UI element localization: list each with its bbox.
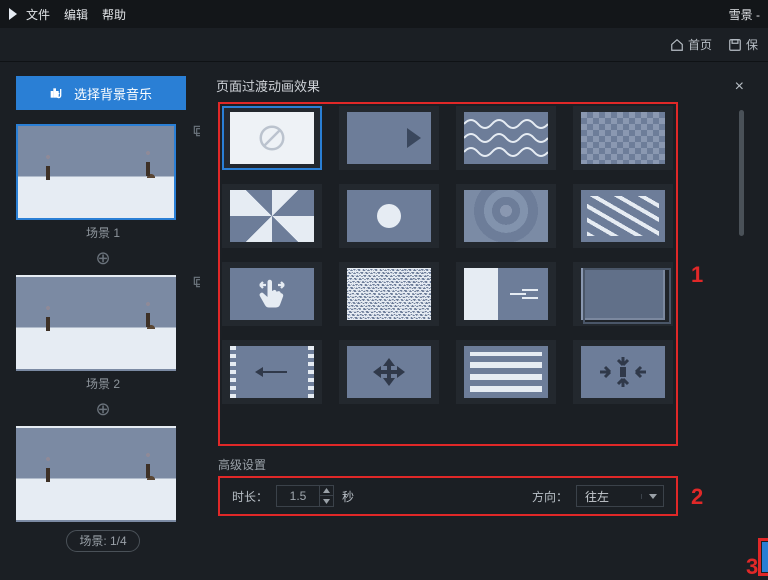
chevron-down-icon[interactable] bbox=[641, 494, 663, 499]
duplicate-scene-icon[interactable] bbox=[192, 275, 200, 289]
duplicate-scene-icon[interactable] bbox=[192, 124, 200, 138]
scene-label: 场景 2 bbox=[16, 375, 190, 392]
add-scene-between[interactable]: ⊕ bbox=[16, 249, 190, 269]
ok-button[interactable]: 确定 bbox=[762, 542, 768, 572]
arrows-in-icon bbox=[598, 355, 648, 389]
arrows-out-icon bbox=[367, 356, 411, 388]
app-logo bbox=[8, 7, 18, 21]
transition-swipe[interactable] bbox=[222, 262, 322, 326]
direction-select[interactable]: 往左 bbox=[576, 485, 664, 507]
transition-ripple[interactable] bbox=[456, 184, 556, 248]
scene-thumb bbox=[16, 275, 176, 371]
menu-help[interactable]: 帮助 bbox=[102, 6, 126, 23]
transition-radial[interactable] bbox=[222, 184, 322, 248]
direction-label: 方向： bbox=[532, 488, 568, 505]
save-button[interactable]: 保 bbox=[728, 36, 758, 53]
spinner-up[interactable] bbox=[320, 486, 333, 496]
duration-unit: 秒 bbox=[342, 488, 354, 505]
toolbar: 首页 保 bbox=[0, 28, 768, 62]
dialog-title: 页面过渡动画效果 bbox=[216, 76, 760, 95]
transition-circle[interactable] bbox=[339, 184, 439, 248]
transition-grid bbox=[222, 106, 674, 404]
menu-edit[interactable]: 编辑 bbox=[64, 6, 88, 23]
annotation-2: 2 bbox=[691, 484, 703, 510]
save-icon bbox=[728, 38, 742, 52]
direction-value: 往左 bbox=[577, 488, 641, 505]
forbidden-icon bbox=[257, 123, 287, 153]
transition-noise[interactable] bbox=[339, 262, 439, 326]
scene-counter: 场景: 1/4 bbox=[66, 530, 140, 552]
transition-dots[interactable] bbox=[573, 184, 673, 248]
scene-thumb bbox=[16, 124, 176, 220]
scene-panel: 选择背景音乐 场景 1 ⊕ 场景 2 ⊕ 场景: 1/4 bbox=[0, 62, 200, 577]
transition-dialog: 页面过渡动画效果 × bbox=[216, 76, 760, 577]
duration-label: 时长： bbox=[232, 488, 268, 505]
transition-none[interactable] bbox=[222, 106, 322, 170]
close-button[interactable]: × bbox=[735, 78, 744, 96]
scene-label: 场景 1 bbox=[16, 224, 190, 241]
advanced-settings-box: 时长： 秒 方向： 往左 bbox=[218, 476, 678, 516]
scene-item-3[interactable] bbox=[16, 426, 190, 522]
music-icon bbox=[50, 86, 66, 100]
spinner-down[interactable] bbox=[320, 496, 333, 506]
transition-arrow-left[interactable] bbox=[222, 340, 322, 404]
plus-icon: ⊕ bbox=[93, 249, 113, 269]
home-button[interactable]: 首页 bbox=[670, 36, 712, 53]
advanced-settings-label: 高级设置 bbox=[218, 456, 266, 473]
menu-bar: 文件 编辑 帮助 雪景 - bbox=[0, 0, 768, 28]
dialog-scrollbar[interactable] bbox=[739, 110, 744, 236]
transition-slide[interactable] bbox=[339, 106, 439, 170]
scene-item-2[interactable]: 场景 2 bbox=[16, 275, 190, 392]
duration-input[interactable] bbox=[277, 486, 319, 506]
transition-squeeze[interactable] bbox=[573, 340, 673, 404]
background-music-button[interactable]: 选择背景音乐 bbox=[16, 76, 186, 110]
plus-icon: ⊕ bbox=[93, 400, 113, 420]
waves-icon bbox=[464, 112, 548, 164]
hand-swipe-icon bbox=[254, 276, 290, 312]
scene-thumb bbox=[16, 426, 176, 522]
transition-bars[interactable] bbox=[456, 340, 556, 404]
annotation-1: 1 bbox=[691, 262, 703, 288]
home-icon bbox=[670, 38, 684, 52]
add-scene-between[interactable]: ⊕ bbox=[16, 400, 190, 420]
scene-item-1[interactable]: 场景 1 bbox=[16, 124, 190, 241]
transition-waves[interactable] bbox=[456, 106, 556, 170]
menu-file[interactable]: 文件 bbox=[26, 6, 50, 23]
transition-cross-arrows[interactable] bbox=[339, 340, 439, 404]
transition-stack[interactable] bbox=[573, 262, 673, 326]
transition-checker[interactable] bbox=[573, 106, 673, 170]
duration-spinner[interactable] bbox=[276, 485, 334, 507]
annotation-3: 3 bbox=[746, 554, 758, 580]
transition-push[interactable] bbox=[456, 262, 556, 326]
document-name: 雪景 - bbox=[729, 6, 760, 23]
